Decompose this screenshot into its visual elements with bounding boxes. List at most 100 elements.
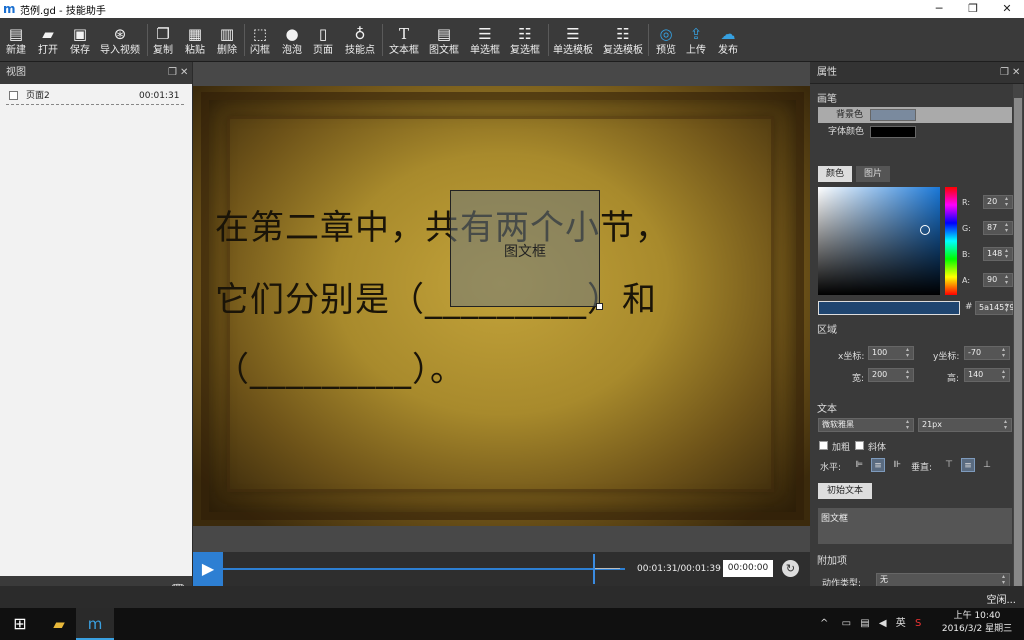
skill-point-button[interactable]: ♁ 技能点 bbox=[343, 18, 377, 62]
playhead[interactable] bbox=[593, 554, 595, 584]
preview-button[interactable]: ◎ 预览 bbox=[654, 18, 678, 62]
g-input[interactable]: 87 bbox=[983, 221, 1013, 235]
properties-scrollbar[interactable] bbox=[1013, 84, 1023, 608]
text-content-field[interactable]: 图文框 bbox=[818, 508, 1012, 544]
question-line-3: （_________）。 bbox=[215, 350, 465, 390]
chevron-up-icon[interactable]: ^ bbox=[820, 618, 828, 629]
bold-checkbox[interactable] bbox=[819, 441, 828, 450]
align-left-icon[interactable]: ⊫ bbox=[852, 458, 866, 472]
text-section-title: 文本 bbox=[817, 404, 837, 415]
color-picker[interactable] bbox=[818, 187, 940, 295]
init-text-button[interactable]: 初始文本 bbox=[818, 483, 872, 499]
scrollbar-thumb[interactable] bbox=[1014, 98, 1022, 598]
y-input[interactable]: -70 bbox=[964, 346, 1010, 360]
multi-choice-button[interactable]: ☷ 复选框 bbox=[508, 18, 542, 62]
font-select[interactable]: 微软雅黑 bbox=[818, 418, 914, 432]
skill-helper-app-icon[interactable]: m bbox=[76, 608, 114, 640]
italic-label: 斜体 bbox=[868, 443, 887, 453]
hue-slider[interactable] bbox=[945, 187, 957, 295]
bg-color-swatch[interactable] bbox=[870, 109, 916, 121]
timeline-progress[interactable] bbox=[223, 568, 625, 570]
align-center-icon[interactable]: ≡ bbox=[871, 458, 885, 472]
status-text: 空闲... bbox=[986, 595, 1016, 606]
h-align-label: 水平: bbox=[820, 463, 842, 473]
question-line-1: 在第二章中，共有两个小节， bbox=[215, 208, 670, 248]
properties-header: 属性 ❐ ✕ bbox=[810, 62, 1024, 84]
panel-float-icon[interactable]: ❐ bbox=[168, 62, 177, 84]
redo-icon[interactable]: ↻ bbox=[782, 560, 799, 577]
upload-button[interactable]: ⇪ 上传 bbox=[684, 18, 708, 62]
b-input[interactable]: 148 bbox=[983, 247, 1013, 261]
align-top-icon[interactable]: ⊤ bbox=[942, 458, 956, 472]
single-choice-button[interactable]: ☰ 单选框 bbox=[468, 18, 502, 62]
panel-close-icon[interactable]: ✕ bbox=[180, 62, 188, 84]
action-type-select[interactable]: 无 bbox=[876, 573, 1010, 587]
windows-start-icon[interactable]: ⊞ bbox=[0, 608, 40, 640]
page-icon: ▯ bbox=[318, 25, 328, 43]
toolbar-divider bbox=[382, 24, 383, 56]
font-color-swatch[interactable] bbox=[870, 126, 916, 138]
paste-button[interactable]: ▦ 粘贴 bbox=[183, 18, 207, 62]
align-right-icon[interactable]: ⊪ bbox=[890, 458, 904, 472]
multi-template-button[interactable]: ☷ 复选模板 bbox=[603, 18, 643, 62]
image-text-box[interactable]: 图文框 bbox=[450, 190, 603, 310]
page-list-item[interactable]: 页面2 00:01:31 bbox=[6, 89, 184, 105]
copy-button[interactable]: ❐ 复制 bbox=[151, 18, 175, 62]
toolbar-divider bbox=[648, 24, 649, 56]
hex-input[interactable]: 5a14579 bbox=[975, 301, 1014, 315]
file-explorer-icon[interactable]: ▰ bbox=[40, 608, 78, 640]
play-button[interactable]: ▶ bbox=[193, 552, 223, 586]
tab-image[interactable]: 图片 bbox=[856, 166, 891, 182]
clock[interactable]: 上午 10:40 2016/3/2 星期三 bbox=[940, 610, 1014, 636]
a-label: A: bbox=[962, 276, 971, 285]
tab-color[interactable]: 颜色 bbox=[818, 166, 853, 182]
app-logo-icon: m bbox=[3, 2, 16, 16]
flash-box-button[interactable]: ⬚ 闪框 bbox=[248, 18, 272, 62]
image-text-box-label: 图文框 bbox=[504, 244, 546, 260]
brush-section-title: 画笔 bbox=[817, 94, 837, 105]
font-color-row[interactable]: 字体颜色 bbox=[818, 124, 1012, 140]
x-input[interactable]: 100 bbox=[868, 346, 914, 360]
delete-button[interactable]: ▥ 删除 bbox=[215, 18, 239, 62]
bg-color-row[interactable]: 背景色 bbox=[818, 107, 1012, 123]
network-icon[interactable]: ▤ bbox=[860, 618, 869, 629]
volume-icon[interactable]: ◀ bbox=[879, 618, 887, 629]
save-button[interactable]: ▣ 保存 bbox=[66, 18, 94, 62]
input-method-icon[interactable]: S bbox=[915, 618, 921, 629]
new-button[interactable]: ▤ 新建 bbox=[4, 18, 28, 62]
trash-icon: ▥ bbox=[219, 25, 235, 43]
lightbulb-icon: ♁ bbox=[354, 25, 366, 43]
language-indicator[interactable]: 英 bbox=[896, 618, 906, 629]
r-input[interactable]: 20 bbox=[983, 195, 1013, 209]
checklist-template-icon: ☷ bbox=[616, 25, 630, 43]
page-button[interactable]: ▯ 页面 bbox=[311, 18, 335, 62]
color-picker-cursor[interactable] bbox=[920, 225, 930, 235]
time-input[interactable]: 00:00:00 bbox=[723, 560, 773, 577]
import-video-button[interactable]: ⊛ 导入视频 bbox=[98, 18, 142, 62]
font-size-select[interactable]: 21px bbox=[918, 418, 1012, 432]
panel-close-icon[interactable]: ✕ bbox=[1012, 62, 1020, 84]
text-box-button[interactable]: T 文本框 bbox=[387, 18, 421, 62]
copy-icon: ❐ bbox=[156, 25, 170, 43]
image-text-box-button[interactable]: ▤ 图文框 bbox=[427, 18, 461, 62]
maximize-button[interactable]: ❐ bbox=[956, 0, 990, 18]
minimize-button[interactable]: ─ bbox=[922, 0, 956, 18]
publish-button[interactable]: ☁ 发布 bbox=[714, 18, 742, 62]
align-bottom-icon[interactable]: ⊥ bbox=[980, 458, 994, 472]
align-middle-icon[interactable]: ≡ bbox=[961, 458, 975, 472]
bubble-button[interactable]: ● 泡泡 bbox=[280, 18, 304, 62]
width-input[interactable]: 200 bbox=[868, 368, 914, 382]
list-template-icon: ☰ bbox=[566, 25, 580, 43]
battery-icon[interactable]: ▭ bbox=[842, 618, 851, 629]
panel-float-icon[interactable]: ❐ bbox=[1000, 62, 1009, 84]
page-checkbox[interactable] bbox=[9, 91, 18, 100]
slide-canvas[interactable]: 在第二章中，共有两个小节， 它们分别是（_________）和 （_______… bbox=[193, 86, 810, 526]
single-template-button[interactable]: ☰ 单选模板 bbox=[553, 18, 593, 62]
close-button[interactable]: ✕ bbox=[990, 0, 1024, 18]
height-input[interactable]: 140 bbox=[964, 368, 1010, 382]
open-button[interactable]: ▰ 打开 bbox=[34, 18, 62, 62]
toolbar: ▤ 新建 ▰ 打开 ▣ 保存 ⊛ 导入视频 ❐ 复制 ▦ 粘贴 ▥ 删除 ⬚ 闪框 ● 泡泡 ▯ 页… bbox=[0, 18, 1024, 62]
resize-handle[interactable] bbox=[596, 303, 603, 310]
italic-checkbox[interactable] bbox=[855, 441, 864, 450]
a-input[interactable]: 90 bbox=[983, 273, 1013, 287]
